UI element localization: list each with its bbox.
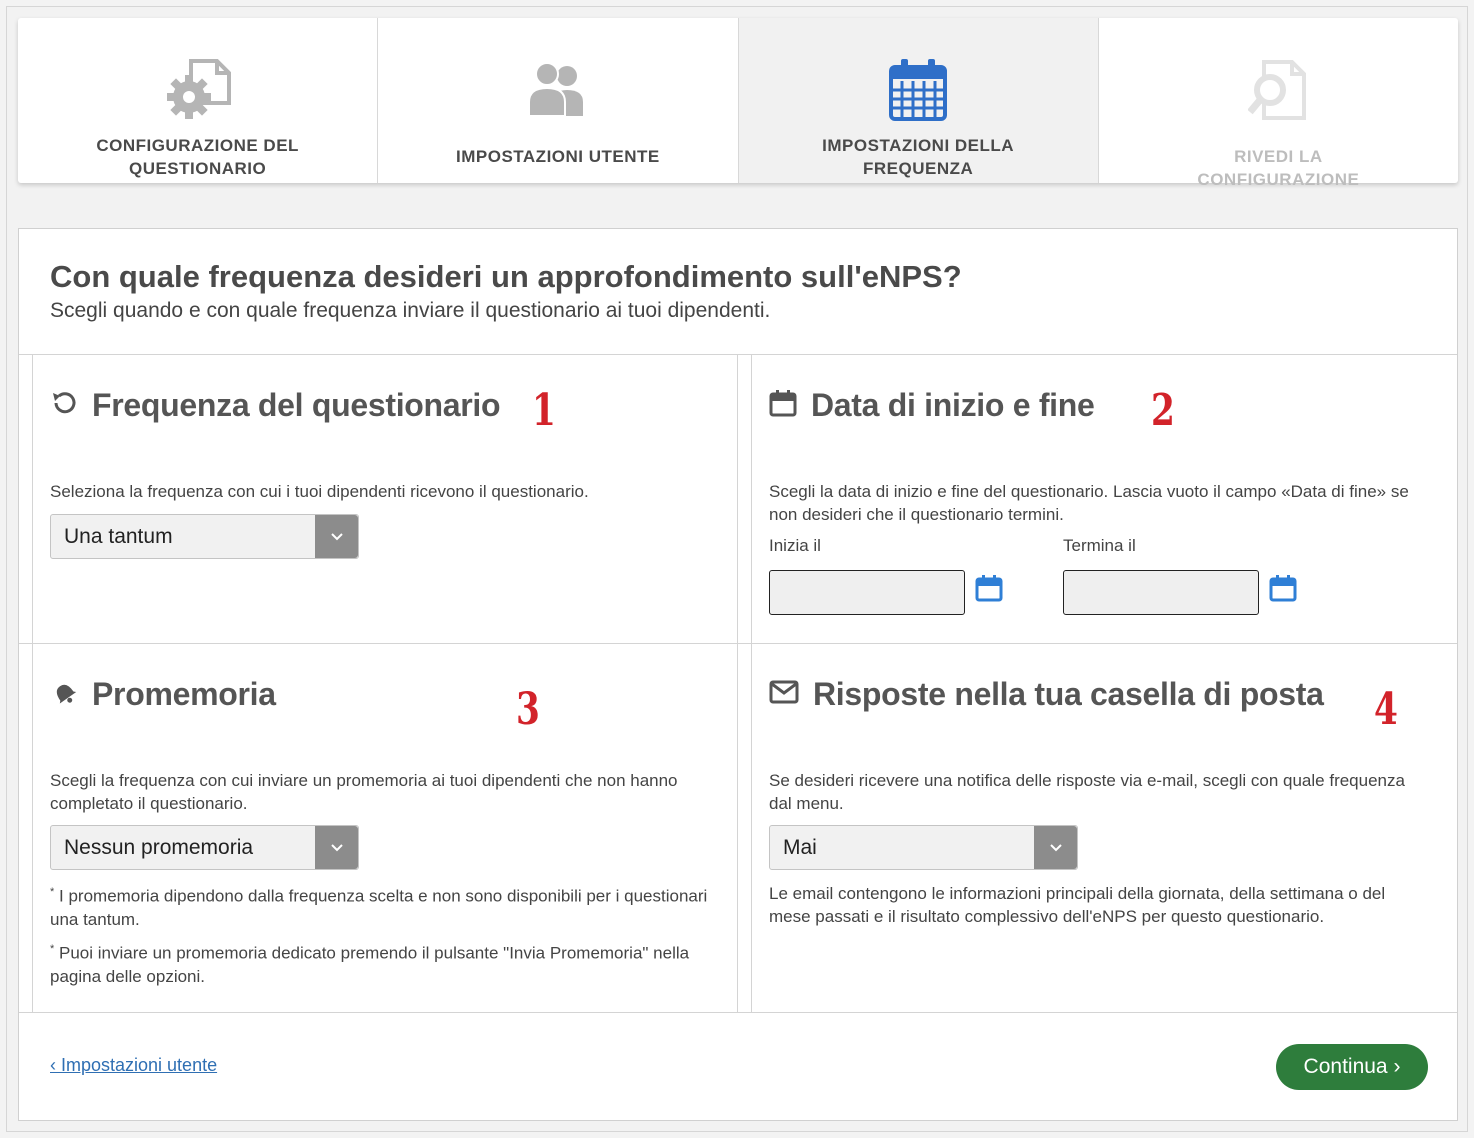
calendar-small-icon	[769, 389, 797, 422]
end-date-calendar-icon[interactable]	[1268, 573, 1298, 603]
reminders-panel: Promemoria Scegli la frequenza con cui i…	[50, 674, 730, 1004]
step-frequency-settings[interactable]: IMPOSTAZIONI DELLA FREQUENZA	[738, 18, 1099, 183]
panel-header: Data di inizio e fine	[769, 385, 1439, 425]
chevron-down-icon[interactable]	[315, 826, 358, 869]
back-user-settings-link[interactable]: ‹ Impostazioni utente	[50, 1055, 217, 1076]
gear-document-icon	[165, 58, 231, 122]
inbox-select-value: Mai	[783, 835, 817, 859]
start-date-input[interactable]	[769, 570, 965, 615]
reminders-title: Promemoria	[92, 675, 276, 712]
frequency-description: Seleziona la frequenza con cui i tuoi di…	[50, 482, 589, 501]
annotation-number-4: 4	[1374, 684, 1398, 735]
start-date-label: Inizia il	[769, 536, 821, 555]
reminders-description: Scegli la frequenza con cui inviare un p…	[50, 771, 678, 813]
dates-panel: Data di inizio e fine Scegli la data di …	[769, 385, 1439, 625]
page-title: Con quale frequenza desideri un approfon…	[50, 259, 962, 294]
divider	[19, 1012, 1457, 1013]
step-label: CONFIGURAZIONE DEL QUESTIONARIO	[96, 136, 299, 178]
inbox-description: Se desideri ricevere una notifica delle …	[769, 771, 1405, 813]
chevron-down-icon[interactable]	[1034, 826, 1077, 869]
frequency-title: Frequenza del questionario	[92, 386, 501, 423]
divider	[751, 354, 752, 1012]
step-label: RIVEDI LA CONFIGURAZIONE	[1197, 147, 1360, 189]
frequency-select-value: Una tantum	[64, 524, 173, 548]
panel-header: Frequenza del questionario	[50, 385, 730, 425]
step-label: IMPOSTAZIONI UTENTE	[456, 147, 660, 166]
start-date-calendar-icon[interactable]	[974, 573, 1004, 603]
reminders-note-2: * Puoi inviare un promemoria dedicato pr…	[50, 943, 690, 986]
envelope-icon	[769, 680, 799, 709]
inbox-panel: Risposte nella tua casella di posta Se d…	[769, 674, 1439, 1004]
bell-icon	[50, 679, 78, 710]
frequency-settings-card: Con quale frequenza desideri un approfon…	[18, 228, 1458, 1121]
frequency-panel: Frequenza del questionario Seleziona la …	[50, 385, 730, 559]
reminders-select-value: Nessun promemoria	[64, 835, 254, 859]
dates-title: Data di inizio e fine	[811, 386, 1095, 423]
divider	[19, 643, 1457, 644]
annotation-number-2: 2	[1151, 385, 1175, 436]
page-subtitle: Scegli quando e con quale frequenza invi…	[50, 299, 771, 322]
panel-header: Risposte nella tua casella di posta	[769, 674, 1439, 714]
continue-button[interactable]: Continua ›	[1276, 1044, 1428, 1090]
step-user-settings[interactable]: IMPOSTAZIONI UTENTE	[378, 18, 739, 183]
panel-header: Promemoria	[50, 674, 730, 714]
calendar-icon	[889, 58, 948, 122]
step-review-configuration[interactable]: RIVEDI LA CONFIGURAZIONE	[1099, 18, 1458, 189]
dates-description: Scegli la data di inizio e fine del ques…	[769, 482, 1409, 524]
inbox-title: Risposte nella tua casella di posta	[813, 675, 1324, 712]
inbox-select[interactable]: Mai	[769, 825, 1078, 870]
search-document-icon	[1248, 58, 1308, 122]
chevron-down-icon[interactable]	[315, 515, 358, 558]
divider	[32, 354, 33, 1012]
refresh-icon	[50, 390, 78, 421]
divider	[19, 354, 1457, 355]
card-header: Con quale frequenza desideri un approfon…	[50, 257, 962, 323]
end-date-input[interactable]	[1063, 570, 1259, 615]
annotation-number-3: 3	[516, 684, 540, 735]
reminders-note-1: * I promemoria dipendono dalla frequenza…	[50, 886, 708, 929]
step-label: IMPOSTAZIONI DELLA FREQUENZA	[822, 136, 1015, 178]
annotation-number-1: 1	[532, 385, 556, 436]
users-icon	[527, 58, 589, 122]
reminders-note-1-text: I promemoria dipendono dalla frequenza s…	[50, 886, 708, 929]
inbox-note: Le email contengono le informazioni prin…	[769, 884, 1386, 926]
reminders-select[interactable]: Nessun promemoria	[50, 825, 359, 870]
divider	[737, 354, 738, 1012]
step-survey-configuration[interactable]: CONFIGURAZIONE DEL QUESTIONARIO	[18, 18, 379, 183]
reminders-note-2-text: Puoi inviare un promemoria dedicato prem…	[50, 943, 690, 986]
wizard-steps: CONFIGURAZIONE DEL QUESTIONARIO IMPOSTAZ…	[18, 18, 1458, 189]
end-date-label: Termina il	[1063, 536, 1136, 555]
frequency-select[interactable]: Una tantum	[50, 514, 359, 559]
